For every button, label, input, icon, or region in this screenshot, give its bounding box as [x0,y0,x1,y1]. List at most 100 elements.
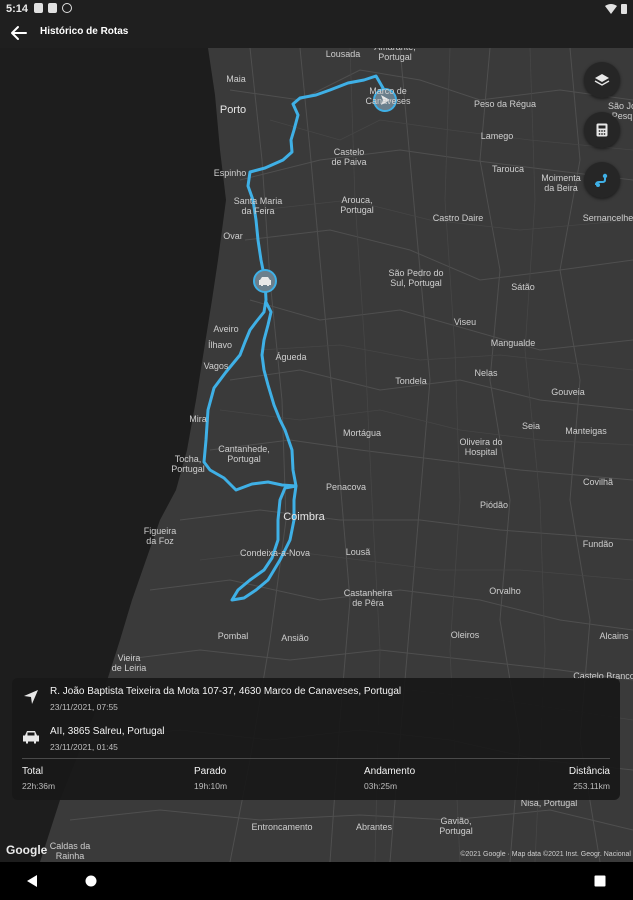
place-label: Peso da Régua [473,99,537,110]
place-label: Ansião [281,633,309,644]
place-label: Espinho [213,168,247,179]
place-label: Oleiros [450,630,480,641]
place-label: Lousã [345,547,371,558]
place-label: Condeixa-a-Nova [239,548,311,559]
route-button[interactable] [584,162,620,198]
place-label: Coimbra [283,510,325,523]
place-label: Tondela [395,376,427,387]
stat-label: Distância [568,766,610,777]
place-label: Tocha, Portugal [171,454,205,474]
place-label: Maia [226,74,246,85]
stat-andamento: Andamento 03h:25m [364,766,415,791]
status-bar: 5:14 [0,0,633,18]
place-label: Gouveia [551,387,585,398]
do-not-disturb-icon [62,3,72,13]
layers-button[interactable] [584,62,620,98]
notification-icons [34,3,72,13]
navigation-bar [0,862,633,900]
end-time: 23/11/2021, 01:45 [50,742,118,752]
place-label: São Pedro do Sul, Portugal [388,268,444,288]
place-label: Caldas da Rainha [49,841,91,861]
car-icon [23,731,39,744]
place-label: Castro Daire [432,213,484,224]
layers-icon [594,74,610,86]
place-label: Orvalho [489,586,521,597]
place-label: Manteigas [565,426,607,437]
stat-value: 19h:10m [194,781,228,791]
app-bar: Histórico de Rotas [0,18,633,48]
place-label: Pombal [217,631,249,642]
place-label: Castelo de Paiva [331,147,367,167]
navigation-arrow-icon [24,690,38,704]
place-label: Arouca, Portugal [340,195,374,215]
place-label: Moimenta da Beira [541,173,581,193]
notification-icon [48,3,57,13]
end-marker[interactable] [253,269,277,293]
stat-parado: Parado 19h:10m [194,766,227,791]
place-label: Tarouca [491,164,525,175]
start-address: R. João Baptista Teixeira da Mota 107-37… [50,686,402,697]
place-label: Águeda [275,352,307,363]
stat-distancia: Distância 253.11km [569,766,610,791]
battery-icon [621,4,627,14]
place-label: Ovar [223,231,243,242]
stat-label: Andamento [364,766,416,777]
place-label: Seia [521,421,541,432]
start-time: 23/11/2021, 07:55 [50,702,118,712]
page-title: Histórico de Rotas [40,26,129,37]
end-address: AII, 3865 Salreu, Portugal [50,726,165,737]
place-label: Piódão [479,500,509,511]
place-label: Nelas [474,368,498,379]
place-label: Oliveira do Hospital [459,437,503,457]
place-label: Cantanhede, Portugal [218,444,270,464]
place-label: Porto [219,103,247,116]
route-summary-card: R. João Baptista Teixeira da Mota 107-37… [12,678,620,800]
system-icons [605,3,627,14]
place-label: Vieira de Leiria [111,653,147,673]
place-label: Vila Rea [503,48,537,50]
nav-back-icon[interactable] [26,874,38,888]
stat-value: 03h:25m [364,781,398,791]
sim-icon [34,3,43,13]
stat-label: Parado [194,766,227,777]
calculator-icon [596,123,608,137]
place-label: Marco de Canaveses [365,86,411,106]
nav-home-icon[interactable] [85,875,97,887]
stat-value: 22h:36m [22,781,56,791]
place-label: Fundão [582,539,614,550]
place-label: Aveiro [213,324,239,335]
place-label: Alcains [599,631,629,642]
nav-recents-icon[interactable] [594,875,606,887]
stat-label: Total [22,766,44,777]
place-label: Lamego [480,131,514,142]
place-label: Sátão [511,282,535,293]
place-label: Amarante,Portugal [374,48,416,62]
place-label: Sernancelhe [582,213,633,224]
place-label: Ílhavo [207,340,233,351]
place-label: Penacova [325,482,367,493]
place-label: Lousada [325,49,361,60]
place-label: Entroncamento [251,822,313,833]
google-logo: Google [6,843,48,857]
calculator-button[interactable] [584,112,620,148]
place-label: Mira [189,414,207,425]
place-label: Covilhã [582,477,614,488]
place-label: Gavião, Portugal [439,816,473,836]
place-label: Vagos [203,361,229,372]
place-label: Castanheira de Pêra [343,588,393,608]
map-copyright[interactable]: ©2021 Google · Map data ©2021 Inst. Geog… [460,851,631,858]
status-time: 5:14 [6,3,29,15]
place-label: Mangualde [490,338,536,349]
place-label: Figueira da Foz [143,526,177,546]
route-icon [595,173,608,187]
stat-value: 253.11km [573,781,610,791]
place-label: Nisa, Portugal [520,798,578,809]
wifi-icon [605,3,617,14]
stat-total: Total 22h:36m [22,766,55,791]
place-label: Mortágua [342,428,382,439]
place-label: Abrantes [355,822,393,833]
place-label: Santa Maria da Feira [233,196,283,216]
summary-divider [22,758,610,759]
car-icon [259,276,271,286]
back-arrow-icon[interactable] [8,23,30,43]
